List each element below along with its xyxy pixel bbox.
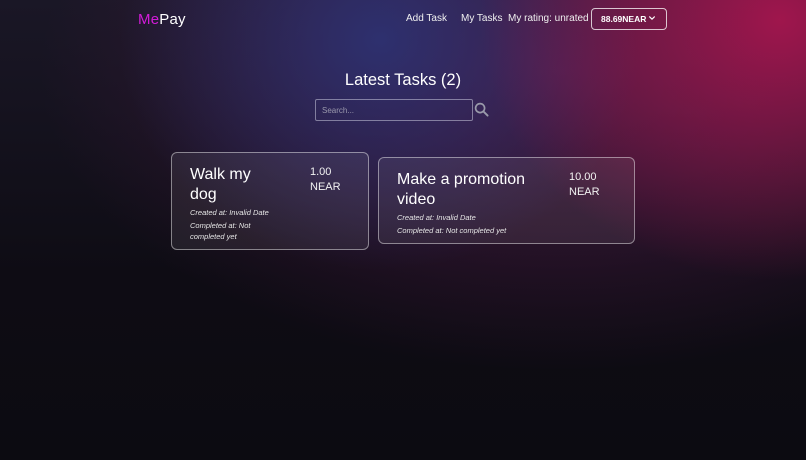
- page-title: Latest Tasks (2): [344, 71, 462, 89]
- task-completed-at: Completed at: Not completed yet: [397, 226, 507, 235]
- search-input[interactable]: [315, 99, 473, 121]
- wallet-balance-button[interactable]: 88.69NEAR: [591, 8, 667, 30]
- chevron-down-icon: [649, 16, 655, 20]
- top-navbar: MePay Add Task My Tasks My rating: unrat…: [0, 0, 806, 40]
- search-icon[interactable]: [474, 102, 489, 117]
- user-rating: My rating: unrated: [508, 13, 589, 24]
- wallet-balance-label: 88.69NEAR: [601, 14, 647, 24]
- task-title: Make a promotion video: [397, 171, 526, 208]
- nav-add-task[interactable]: Add Task: [406, 13, 447, 24]
- logo-me: Me: [138, 11, 160, 28]
- task-card[interactable]: Make a promotion video 10.00 NEAR Create…: [378, 157, 635, 244]
- logo-pay: Pay: [159, 11, 186, 28]
- task-completed-at: Completed at: Not completed yet: [190, 221, 251, 241]
- task-price: 1.00 NEAR: [310, 166, 341, 193]
- task-created-at: Created at: Invalid Date: [190, 208, 269, 217]
- task-price: 10.00 NEAR: [569, 171, 600, 198]
- task-created-at: Created at: Invalid Date: [397, 213, 476, 222]
- nav-my-tasks[interactable]: My Tasks: [461, 13, 503, 24]
- task-card[interactable]: Walk my dog 1.00 NEAR Created at: Invali…: [171, 152, 369, 250]
- task-title: Walk my dog: [190, 166, 251, 203]
- app-logo[interactable]: MePay: [138, 11, 186, 28]
